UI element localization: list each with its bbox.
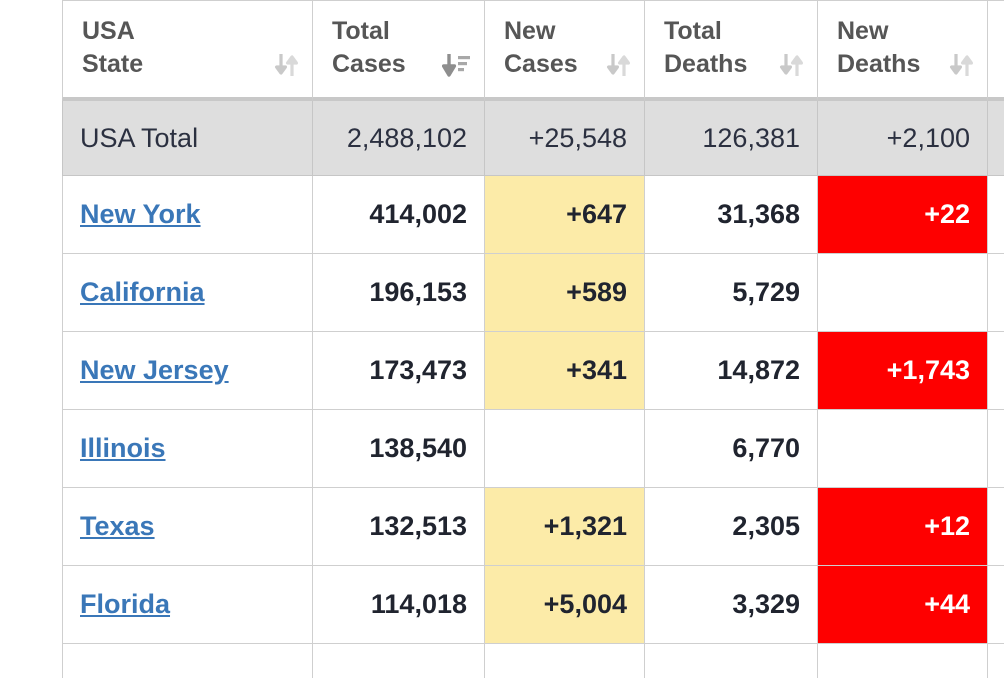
column-header-line2: State [82, 48, 143, 81]
column-header-usa-state[interactable]: USA State [62, 0, 313, 101]
sort-descending-icon[interactable] [428, 51, 472, 79]
cell-total-deaths: 14,872 [645, 332, 818, 410]
usa-state-covid-table: USA State [62, 0, 1004, 678]
column-header-line1: Total [332, 15, 472, 48]
cell-total-cases: 414,002 [313, 176, 485, 254]
cell-new-deaths [818, 254, 988, 332]
total-row-clipped [988, 101, 1004, 176]
table-row: Illinois 138,540 6,770 [62, 410, 1004, 488]
state-link[interactable]: New York [80, 199, 201, 229]
table-body: USA Total 2,488,102 +25,548 126,381 +2,1… [62, 101, 1004, 176]
cell-total-cases: 196,153 [313, 254, 485, 332]
total-row-total-cases: 2,488,102 [313, 101, 485, 176]
column-header-line2: Deaths [664, 48, 747, 81]
table-header: USA State [62, 0, 1004, 101]
cell-state: Illinois [62, 410, 313, 488]
cell-state: Florida [62, 566, 313, 644]
state-link[interactable]: Florida [80, 589, 170, 619]
cell-new-deaths: +44 [818, 566, 988, 644]
cell-state: New York [62, 176, 313, 254]
column-header-new-deaths[interactable]: New Deaths [818, 0, 988, 101]
cell-total-cases: 173,473 [313, 332, 485, 410]
cell-state: California [62, 254, 313, 332]
table-row: California 196,153+5895,729 [62, 254, 1004, 332]
cell-new-cases: +5,004 [485, 566, 645, 644]
cell-clipped [988, 644, 1004, 678]
table-row: New Jersey 173,473+34114,872+1,743 [62, 332, 1004, 410]
state-link[interactable]: Illinois [80, 433, 166, 463]
cell-total-deaths: 6,770 [645, 410, 818, 488]
screenshot-viewport: USA State [0, 0, 1004, 678]
cell-new-cases: +341 [485, 332, 645, 410]
total-row-new-cases: +25,548 [485, 101, 645, 176]
cell-new-deaths: +22 [818, 176, 988, 254]
cell-new-deaths: +1,743 [818, 332, 988, 410]
sort-both-icon[interactable] [592, 51, 632, 79]
table-row: New York 414,002+64731,368+22 [62, 176, 1004, 254]
cell-clipped [988, 254, 1004, 332]
cell-total-deaths: 2,305 [645, 488, 818, 566]
column-header-line1: New [837, 15, 975, 48]
table-row: Texas 132,513+1,3212,305+12 [62, 488, 1004, 566]
cell-total-cases: 138,540 [313, 410, 485, 488]
state-link[interactable]: California [80, 277, 205, 307]
cell-total-deaths: 31,368 [645, 176, 818, 254]
cell-new-deaths [818, 410, 988, 488]
cell-total-cases [313, 644, 485, 678]
column-header-new-cases[interactable]: New Cases [485, 0, 645, 101]
column-header-line1: Total [664, 15, 805, 48]
column-header-total-deaths[interactable]: Total Deaths [645, 0, 818, 101]
cell-new-cases: +1,321 [485, 488, 645, 566]
cell-new-deaths: +12 [818, 488, 988, 566]
cell-clipped [988, 410, 1004, 488]
table-row [62, 644, 1004, 678]
cell-state: New Jersey [62, 332, 313, 410]
cell-state [62, 644, 313, 678]
state-table-container: USA State [62, 0, 1004, 678]
sort-both-icon[interactable] [765, 51, 805, 79]
column-header-line1: New [504, 15, 632, 48]
total-row-label: USA Total [62, 101, 313, 176]
total-row-total-deaths: 126,381 [645, 101, 818, 176]
cell-total-deaths: 3,329 [645, 566, 818, 644]
cell-total-cases: 114,018 [313, 566, 485, 644]
total-row-new-deaths: +2,100 [818, 101, 988, 176]
cell-total-cases: 132,513 [313, 488, 485, 566]
cell-new-cases: +647 [485, 176, 645, 254]
cell-total-deaths [645, 644, 818, 678]
table-header-row: USA State [62, 0, 1004, 101]
table-row: Florida 114,018+5,0043,329+44 [62, 566, 1004, 644]
cell-clipped [988, 176, 1004, 254]
sort-both-icon[interactable] [935, 51, 975, 79]
cell-new-deaths [818, 644, 988, 678]
cell-total-deaths: 5,729 [645, 254, 818, 332]
table-data-rows: New York 414,002+64731,368+22 California 19… [62, 176, 1004, 678]
cell-state: Texas [62, 488, 313, 566]
sort-both-icon[interactable] [260, 51, 300, 79]
usa-total-row: USA Total 2,488,102 +25,548 126,381 +2,1… [62, 101, 1004, 176]
cell-new-cases [485, 410, 645, 488]
cell-clipped [988, 488, 1004, 566]
state-link[interactable]: New Jersey [80, 355, 229, 385]
cell-clipped [988, 566, 1004, 644]
state-link[interactable]: Texas [80, 511, 155, 541]
column-header-line2: Cases [504, 48, 578, 81]
cell-clipped [988, 332, 1004, 410]
cell-new-cases: +589 [485, 254, 645, 332]
column-header-total-cases[interactable]: Total Cases [313, 0, 485, 101]
column-header-line1: USA [82, 15, 300, 48]
cell-new-cases [485, 644, 645, 678]
column-header-line2: Cases [332, 48, 406, 81]
column-header-line2: Deaths [837, 48, 920, 81]
column-header-clipped[interactable] [988, 0, 1004, 101]
